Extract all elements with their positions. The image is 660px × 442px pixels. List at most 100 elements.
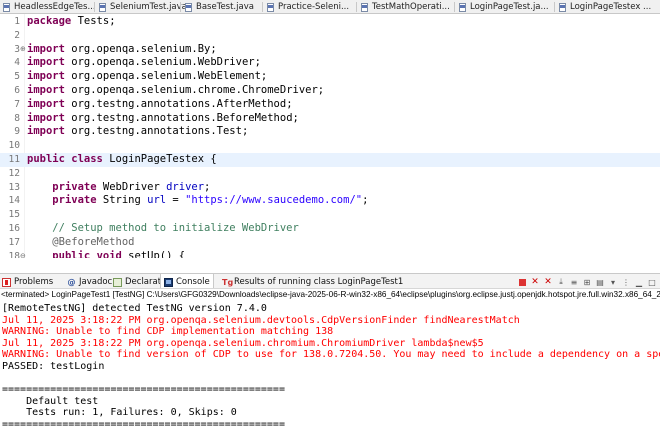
code-token: package bbox=[27, 15, 72, 27]
code-text: import org.openqa.selenium.By; bbox=[27, 43, 217, 57]
tab-separator bbox=[180, 2, 181, 12]
editor-tab[interactable]: TestMathOperati... bbox=[358, 0, 450, 13]
code-token: String bbox=[96, 194, 148, 207]
code-text: public void setUp() { bbox=[27, 250, 185, 258]
code-text: private WebDriver driver; bbox=[27, 181, 210, 195]
code-token: org.openqa.selenium.chrome.ChromeDriver; bbox=[64, 84, 325, 96]
console-line: WARNING: Unable to find CDP implementati… bbox=[2, 326, 334, 338]
display-console-icon[interactable]: ▤ bbox=[594, 276, 606, 288]
minimize-icon[interactable]: ▁ bbox=[633, 276, 645, 288]
editor-tab-label: Practice-Seleni... bbox=[278, 2, 350, 12]
console-line: PASSED: testLogin bbox=[2, 361, 105, 372]
code-token: import bbox=[27, 125, 65, 138]
code-text: package Tests; bbox=[27, 15, 116, 29]
console-line: Default test bbox=[2, 395, 99, 407]
line-number: 6 bbox=[14, 85, 20, 96]
java-file-icon bbox=[99, 2, 107, 12]
view-menu-icon[interactable]: ⋮ bbox=[620, 276, 632, 288]
view-tab[interactable]: @ Javadoc bbox=[67, 274, 113, 288]
code-line: 5 import org.openqa.selenium.WebElement; bbox=[0, 70, 660, 84]
line-number: 13 bbox=[8, 181, 20, 193]
code-text: import org.testng.annotations.BeforeMeth… bbox=[27, 112, 299, 126]
console-output[interactable]: [RemoteTestNG] detected TestNG version 7… bbox=[0, 301, 660, 442]
console-view-tab-bar: ✕ ✕ ⤓ ≡ ⊞ ▤ ▾ ⋮ ▁ □ Problems @ Javadoc Declaration Co… bbox=[0, 273, 660, 289]
fold-toggle-icon[interactable]: ⊕ bbox=[20, 45, 26, 53]
code-token: driver bbox=[166, 180, 205, 193]
line-number: 8 bbox=[14, 112, 20, 124]
java-file-icon bbox=[3, 2, 11, 12]
code-token: import bbox=[27, 70, 65, 83]
console-line: WARNING: Unable to find version of CDP t… bbox=[2, 349, 660, 361]
view-tab[interactable]: Console bbox=[160, 274, 214, 288]
code-token: org.testng.annotations.Test; bbox=[64, 125, 249, 138]
code-line: 12 bbox=[0, 167, 660, 181]
console-launch-header: <terminated> LoginPageTest1 [TestNG] C:\… bbox=[1, 290, 660, 299]
word-wrap-icon[interactable]: ≡ bbox=[568, 276, 580, 288]
console-line: Tests run: 1, Failures: 0, Skips: 0 bbox=[2, 407, 237, 419]
code-line: 9 import org.testng.annotations.Test; bbox=[0, 125, 660, 139]
view-tab[interactable]: Problems bbox=[2, 274, 54, 288]
editor-tab-bar: HeadlessEdgeTes... SeleniumTest.java BaseT… bbox=[0, 0, 660, 14]
remove-launch-icon[interactable]: ✕ bbox=[529, 276, 541, 288]
scroll-lock-icon[interactable]: ⤓ bbox=[555, 276, 567, 288]
console-line: [RemoteTestNG] detected TestNG version 7… bbox=[2, 303, 267, 314]
view-tab-label: Results of running class LoginPageTest1 bbox=[234, 277, 404, 287]
editor-tab[interactable]: Practice-Seleni... bbox=[264, 0, 350, 13]
testng-results-icon: Tg bbox=[222, 277, 234, 287]
line-number: 4 bbox=[14, 57, 20, 69]
console-line: Jul 11, 2025 3:18:22 PM org.openqa.selen… bbox=[2, 337, 484, 349]
declaration-icon bbox=[113, 277, 122, 287]
code-line: 13 private WebDriver driver; bbox=[0, 181, 660, 195]
code-token: import bbox=[27, 111, 65, 124]
console-toolbar: ✕ ✕ ⤓ ≡ ⊞ ▤ ▾ ⋮ ▁ □ bbox=[516, 274, 658, 288]
terminate-icon[interactable] bbox=[516, 276, 528, 288]
code-text: import org.openqa.selenium.chrome.Chrome… bbox=[27, 84, 324, 98]
code-text: public class LoginPageTestex { bbox=[27, 153, 217, 167]
code-token: void bbox=[96, 249, 122, 258]
editor-tab[interactable]: BaseTest.java bbox=[182, 0, 254, 13]
editor-tab-label: LoginPageTest.ja... bbox=[470, 2, 549, 12]
editor-tab[interactable]: HeadlessEdgeTes... bbox=[0, 0, 96, 13]
console-line: Jul 11, 2025 3:18:22 PM org.openqa.selen… bbox=[2, 314, 520, 326]
javadoc-icon: @ bbox=[67, 277, 76, 287]
code-line: 15 bbox=[0, 208, 660, 222]
code-token: Tests; bbox=[71, 15, 116, 27]
view-tab-label: Javadoc bbox=[79, 277, 113, 287]
java-file-icon bbox=[459, 2, 467, 12]
line-number: 17 bbox=[8, 236, 20, 248]
code-line: 7 import org.testng.annotations.AfterMeth… bbox=[0, 98, 660, 112]
line-number: 10 bbox=[8, 140, 20, 152]
line-number: 11 bbox=[8, 154, 20, 165]
code-editor[interactable]: 1 package Tests; 2 3 ⊕ import org.openqa.sele… bbox=[0, 14, 660, 258]
line-number: 16 bbox=[8, 223, 20, 234]
tab-separator bbox=[454, 2, 455, 12]
code-token: setUp() { bbox=[121, 249, 186, 258]
code-token: ; bbox=[362, 194, 369, 207]
remove-all-icon[interactable]: ✕ bbox=[542, 276, 554, 288]
pin-console-icon[interactable]: ⊞ bbox=[581, 276, 593, 288]
view-tab[interactable]: Tg Results of running class LoginPageTest… bbox=[222, 274, 404, 288]
code-line: 18 ⊖ public void setUp() { bbox=[0, 250, 660, 258]
editor-tab-label: SeleniumTest.java bbox=[110, 2, 187, 12]
open-console-icon[interactable]: ▾ bbox=[607, 276, 619, 288]
editor-tab[interactable]: LoginPageTest.ja... bbox=[456, 0, 549, 13]
code-line: 17 @BeforeMethod bbox=[0, 236, 660, 250]
tab-separator bbox=[356, 2, 357, 12]
code-token: import bbox=[27, 56, 65, 69]
editor-tab-label: HeadlessEdgeTes... bbox=[14, 2, 96, 12]
code-token: = bbox=[166, 194, 186, 207]
editor-tab[interactable]: LoginPageTestex ... bbox=[556, 0, 651, 13]
code-token: public bbox=[52, 249, 91, 258]
code-text: import org.openqa.selenium.WebDriver; bbox=[27, 56, 261, 70]
editor-tab-label: BaseTest.java bbox=[196, 2, 254, 12]
code-token: @BeforeMethod bbox=[27, 235, 135, 248]
line-number: 18 bbox=[8, 250, 20, 258]
editor-tab[interactable]: SeleniumTest.java bbox=[96, 0, 187, 13]
code-token: org.testng.annotations.AfterMethod; bbox=[64, 97, 293, 110]
maximize-icon[interactable]: □ bbox=[646, 276, 658, 288]
code-line: 6 import org.openqa.selenium.chrome.Chrom… bbox=[0, 84, 660, 98]
fold-toggle-icon[interactable]: ⊖ bbox=[20, 252, 26, 258]
view-tab-label: Problems bbox=[14, 277, 54, 287]
